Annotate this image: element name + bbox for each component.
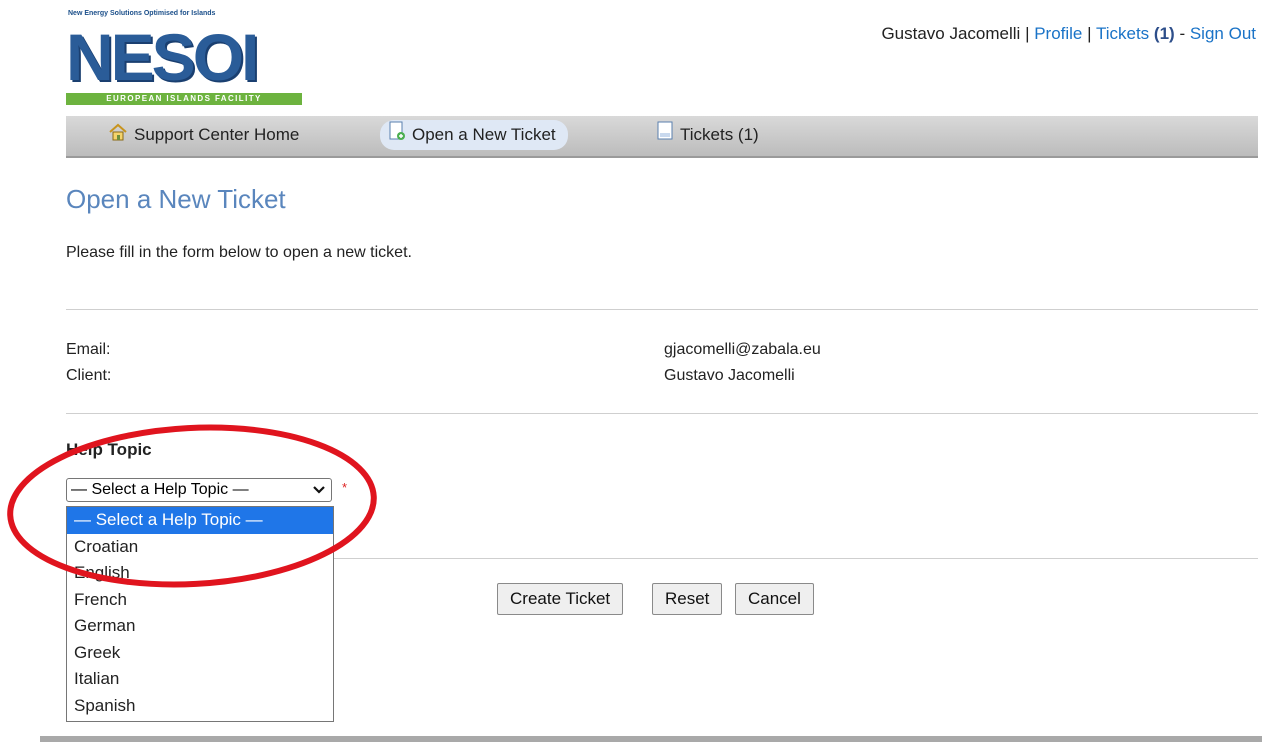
help-topic-option[interactable]: German	[67, 613, 333, 640]
sign-out-link[interactable]: Sign Out	[1190, 24, 1256, 43]
nav-item-label: Support Center Home	[134, 125, 300, 144]
tickets-link-label: Tickets	[1095, 24, 1150, 43]
nav-item-label: Tickets (1)	[680, 125, 759, 144]
logo-tagline: New Energy Solutions Optimised for Islan…	[68, 10, 216, 17]
help-topic-option[interactable]: Croatian	[67, 534, 333, 561]
cancel-button[interactable]: Cancel	[735, 583, 814, 615]
nav-item-open-new-ticket[interactable]: Open a New Ticket	[380, 120, 568, 150]
required-marker: *	[342, 480, 348, 495]
client-value: Gustavo Jacomelli	[664, 367, 795, 384]
help-topic-option[interactable]: Spanish	[67, 693, 333, 720]
footer-bar	[40, 736, 1262, 742]
create-ticket-button[interactable]: Create Ticket	[497, 583, 624, 615]
divider	[66, 309, 1258, 310]
help-topic-heading: Help Topic	[66, 440, 152, 459]
nav-item-support-center-home[interactable]: Support Center Home	[100, 120, 311, 150]
chevron-down-icon	[313, 479, 325, 507]
client-label: Client:	[66, 367, 112, 384]
main-nav: Support Center Home Open a New Ticket Ti…	[66, 116, 1258, 158]
email-label: Email:	[66, 341, 111, 358]
help-topic-option[interactable]: English	[67, 560, 333, 587]
nav-item-label: Open a New Ticket	[412, 125, 556, 144]
email-value: gjacomelli@zabala.eu	[664, 341, 821, 358]
help-topic-dropdown: — Select a Help Topic — Croatian English…	[66, 506, 334, 722]
user-name: Gustavo Jacomelli	[881, 24, 1021, 43]
help-topic-option[interactable]: Greek	[67, 640, 333, 667]
help-topic-selected-value: — Select a Help Topic —	[71, 481, 249, 498]
tickets-count: (1)	[1153, 24, 1175, 43]
tickets-icon	[656, 121, 674, 151]
help-topic-option[interactable]: — Select a Help Topic —	[67, 507, 333, 534]
page-title: Open a New Ticket	[66, 184, 286, 214]
user-bar: Gustavo Jacomelli | Profile | Tickets (1…	[881, 24, 1256, 43]
help-topic-option[interactable]: Italian	[67, 666, 333, 693]
help-topic-option[interactable]: French	[67, 587, 333, 614]
profile-link[interactable]: Profile	[1034, 24, 1082, 43]
dash-separator: -	[1179, 24, 1186, 43]
tickets-link[interactable]: Tickets (1)	[1096, 24, 1175, 43]
nav-item-tickets[interactable]: Tickets (1)	[648, 120, 771, 150]
nesoi-logo[interactable]: New Energy Solutions Optimised for Islan…	[66, 10, 306, 108]
help-topic-select[interactable]: — Select a Help Topic —	[66, 478, 332, 502]
logo-wordmark: NESOI	[66, 20, 259, 94]
reset-button[interactable]: Reset	[652, 583, 723, 615]
page-intro: Please fill in the form below to open a …	[66, 244, 412, 261]
logo-band: EUROPEAN ISLANDS FACILITY	[66, 93, 302, 105]
home-icon	[108, 121, 128, 151]
divider	[66, 413, 1258, 414]
new-ticket-icon	[388, 121, 406, 151]
